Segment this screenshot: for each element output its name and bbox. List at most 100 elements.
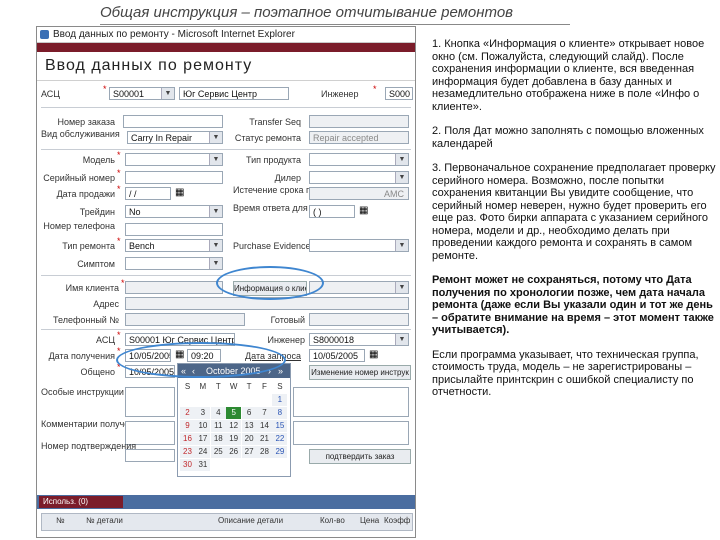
parts-tab[interactable]: Использ. (0): [39, 496, 123, 508]
chevron-down-icon[interactable]: ▼: [395, 154, 408, 165]
special-right-textarea[interactable]: [293, 387, 409, 417]
phone-label: Номер телефона: [43, 221, 115, 231]
serial-label: Серийный номер: [43, 173, 115, 183]
instruction-note: 1. Кнопка «Информация о клиенте» открыва…: [432, 38, 705, 113]
total-label: Общено: [80, 367, 115, 377]
required-mark: *: [121, 278, 125, 288]
chevron-down-icon[interactable]: ▼: [395, 334, 408, 345]
calendar-day[interactable]: 15: [272, 420, 288, 432]
service-type-label: Вид обслуживания: [41, 129, 120, 139]
transfer-field: [309, 115, 409, 128]
calendar-day[interactable]: 10: [195, 420, 211, 432]
calendar-day[interactable]: 29: [272, 446, 288, 458]
chevron-down-icon[interactable]: ▼: [395, 240, 408, 251]
chevron-down-icon[interactable]: ▼: [161, 88, 174, 99]
calendar-weekday: M: [199, 382, 207, 391]
sale-date-field[interactable]: / /: [125, 187, 171, 200]
column-header: Коэфф: [384, 516, 411, 525]
repair-type-select[interactable]: Bench ▼: [125, 239, 223, 252]
form-header: Ввод данных по ремонту: [37, 52, 415, 81]
chevron-down-icon[interactable]: ▼: [209, 132, 222, 143]
engineer-field[interactable]: S000: [385, 87, 413, 100]
tradein-select[interactable]: No ▼: [125, 205, 223, 218]
engineer2-select[interactable]: S8000018 ▼: [309, 333, 409, 346]
calendar-icon[interactable]: ▦: [369, 349, 378, 360]
calendar-day[interactable]: 3: [195, 407, 211, 419]
chevron-down-icon[interactable]: ▼: [209, 206, 222, 217]
service-type-select[interactable]: Carry In Repair ▼: [127, 131, 223, 144]
time-field[interactable]: ( ): [309, 205, 355, 218]
calendar-day[interactable]: 14: [257, 420, 272, 432]
calendar-day[interactable]: 4: [210, 407, 226, 419]
serial-field[interactable]: [125, 171, 223, 184]
warranty-label: Истечение срока гарантии: [233, 185, 344, 195]
calendar-day[interactable]: 24: [195, 446, 211, 458]
request-date-field[interactable]: 10/05/2005: [309, 349, 365, 362]
calendar-day[interactable]: 19: [226, 433, 242, 445]
calendar-day[interactable]: 5: [226, 407, 242, 419]
calendar-day[interactable]: 30: [180, 459, 195, 471]
calendar-day[interactable]: 8: [272, 407, 288, 419]
asc2-label: АСЦ: [96, 335, 115, 345]
contact-field: [125, 281, 223, 294]
calendar-day[interactable]: 12: [226, 420, 242, 432]
calendar-day[interactable]: 31: [195, 459, 211, 471]
calendar-day[interactable]: 21: [257, 433, 272, 445]
tel-field: [125, 313, 245, 326]
calendar-day[interactable]: 25: [210, 446, 226, 458]
calendar-day[interactable]: 16: [180, 433, 195, 445]
order-field[interactable]: [123, 115, 223, 128]
calendar-day[interactable]: 22: [272, 433, 288, 445]
purchase-label: Purchase Evidence: [233, 241, 311, 251]
chevron-down-icon[interactable]: ▼: [395, 172, 408, 183]
product-type-select[interactable]: ▼: [309, 153, 409, 166]
special-label: Особые инструкции: [41, 387, 124, 397]
chevron-down-icon[interactable]: ▼: [209, 240, 222, 251]
required-mark: *: [103, 84, 107, 94]
purchase-select[interactable]: ▼: [309, 239, 409, 252]
calendar-day[interactable]: 6: [241, 407, 257, 419]
special-textarea[interactable]: [125, 387, 175, 417]
symptom-select[interactable]: ▼: [125, 257, 223, 270]
required-mark: *: [117, 184, 121, 194]
calendar-icon[interactable]: ▦: [359, 205, 368, 216]
column-header: Цена: [360, 516, 380, 525]
dealer-label: Дилер: [274, 173, 301, 183]
part-button[interactable]: подтвердить заказ: [309, 449, 411, 464]
calendar-day[interactable]: 18: [210, 433, 226, 445]
required-mark: *: [117, 150, 121, 160]
column-header: Кол-во: [320, 516, 345, 525]
part-label: Номер подтверждения: [41, 441, 137, 451]
calendar-day[interactable]: 17: [195, 433, 211, 445]
clear-button[interactable]: Изменение номер инструк: [309, 365, 411, 380]
calendar-day[interactable]: 13: [241, 420, 257, 432]
engineer2-label: Инженер: [267, 335, 305, 345]
window-titlebar: Ввод данных по ремонту - Microsoft Inter…: [37, 27, 415, 43]
calendar-day[interactable]: 2: [180, 407, 195, 419]
calendar-day[interactable]: 1: [272, 394, 288, 406]
calendar-day[interactable]: 7: [257, 407, 272, 419]
calendar-weekday: S: [184, 382, 191, 391]
calendar-icon[interactable]: ▦: [175, 187, 184, 198]
dealer-select[interactable]: ▼: [309, 171, 409, 184]
engineer-label: Инженер: [321, 89, 359, 99]
order-label: Номер заказа: [57, 117, 115, 127]
asc-name-field[interactable]: Юг Сервис Центр: [179, 87, 289, 100]
calendar-popup[interactable]: « ‹ October 2005 › » S M T W T F S 1 2 3 4 5 6 7 8 9 10 1…: [177, 363, 291, 477]
comments-right-textarea[interactable]: [293, 421, 409, 445]
part-field[interactable]: [125, 449, 175, 462]
calendar-day[interactable]: 23: [180, 446, 195, 458]
chevron-down-icon[interactable]: ▼: [209, 154, 222, 165]
separator: [41, 329, 411, 330]
calendar-day[interactable]: 9: [180, 420, 195, 432]
chevron-down-icon[interactable]: ▼: [209, 258, 222, 269]
phone-field[interactable]: [125, 223, 223, 236]
calendar-day[interactable]: 20: [241, 433, 257, 445]
model-select[interactable]: ▼: [125, 153, 223, 166]
calendar-day[interactable]: 28: [257, 446, 272, 458]
calendar-day[interactable]: 27: [241, 446, 257, 458]
column-header: №: [56, 516, 65, 525]
calendar-day[interactable]: 26: [226, 446, 242, 458]
asc-code-select[interactable]: S00001 ▼: [109, 87, 175, 100]
calendar-day[interactable]: 11: [210, 420, 226, 432]
